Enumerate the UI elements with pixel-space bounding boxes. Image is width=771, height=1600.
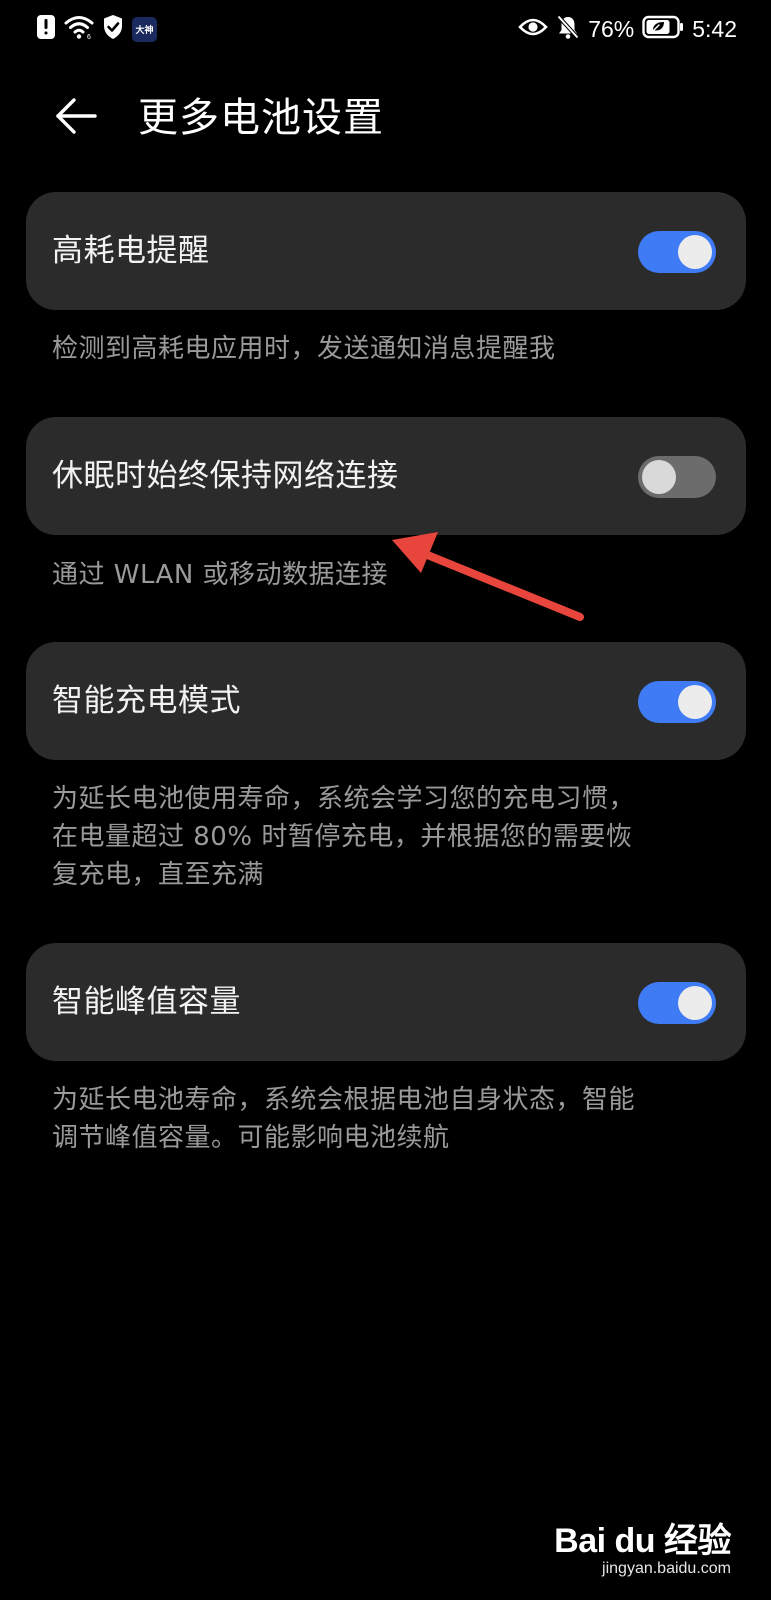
description-line: 为延长电池使用寿命，系统会学习您的充电习惯，	[52, 784, 636, 814]
status-bar: 6 大神 76% 5:42	[0, 0, 771, 58]
setting-description: 检测到高耗电应用时，发送通知消息提醒我	[52, 334, 556, 364]
status-bar-left: 6 大神	[36, 14, 157, 44]
setting-description: 为延长电池使用寿命，系统会学习您的充电习惯， 在电量超过 80% 时暂停充电，并…	[52, 780, 732, 894]
smart-peak-capacity-toggle[interactable]	[638, 982, 716, 1024]
notification-alert-icon	[36, 14, 56, 44]
toggle-knob	[678, 685, 712, 719]
clock: 5:42	[692, 16, 737, 42]
shield-check-icon	[102, 14, 124, 44]
page-title: 更多电池设置	[138, 95, 384, 141]
setting-description: 通过 WLAN 或移动数据连接	[52, 560, 389, 590]
setting-label: 高耗电提醒	[52, 233, 210, 269]
status-bar-right: 76% 5:42	[518, 14, 737, 44]
high-power-alert-toggle[interactable]	[638, 231, 716, 273]
toggle-knob	[678, 986, 712, 1020]
setting-label: 智能峰值容量	[52, 984, 241, 1020]
watermark-logo: Bai du 经验	[554, 1522, 731, 1560]
setting-card-high-power-alert[interactable]: 高耗电提醒	[26, 192, 746, 310]
battery-percent: 76%	[588, 16, 635, 42]
description-line: 为延长电池寿命，系统会根据电池自身状态，智能	[52, 1085, 636, 1115]
setting-label: 休眠时始终保持网络连接	[52, 458, 399, 494]
toggle-knob	[642, 460, 676, 494]
setting-card-smart-peak-capacity[interactable]: 智能峰值容量	[26, 943, 746, 1061]
back-button[interactable]	[50, 92, 102, 144]
svg-text:6: 6	[87, 34, 91, 40]
description-line: 调节峰值容量。可能影响电池续航	[52, 1123, 450, 1153]
watermark-url: jingyan.baidu.com	[602, 1560, 731, 1577]
eye-icon	[518, 16, 548, 42]
baidu-jingyan-watermark: Bai du 经验 jingyan.baidu.com	[554, 1522, 731, 1578]
keep-network-on-sleep-toggle[interactable]	[638, 456, 716, 498]
setting-description: 为延长电池寿命，系统会根据电池自身状态，智能 调节峰值容量。可能影响电池续航	[52, 1081, 732, 1157]
setting-card-keep-network-on-sleep[interactable]: 休眠时始终保持网络连接	[26, 417, 746, 535]
arrow-left-icon	[53, 96, 99, 140]
setting-card-smart-charging[interactable]: 智能充电模式	[26, 642, 746, 760]
battery-leaf-icon	[642, 15, 684, 43]
description-line: 复充电，直至充满	[52, 860, 265, 890]
app-badge-dashen: 大神	[132, 16, 157, 42]
toggle-knob	[678, 235, 712, 269]
smart-charging-toggle[interactable]	[638, 681, 716, 723]
setting-label: 智能充电模式	[52, 683, 241, 719]
bell-off-icon	[556, 14, 580, 44]
wifi-icon: 6	[64, 14, 94, 44]
description-line: 在电量超过 80% 时暂停充电，并根据您的需要恢	[52, 822, 633, 852]
